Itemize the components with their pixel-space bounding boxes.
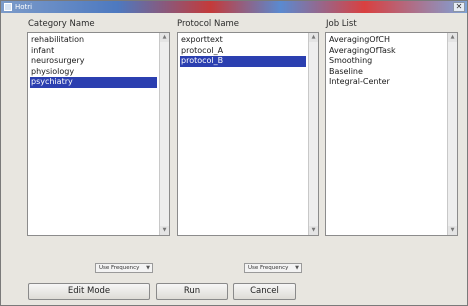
list-item[interactable]: protocol_A — [180, 46, 307, 57]
list-item-selected[interactable]: protocol_B — [180, 56, 306, 67]
chevron-down-icon: ▼ — [146, 265, 150, 271]
list-item[interactable]: Smoothing — [328, 56, 446, 67]
close-button[interactable]: ✕ — [453, 2, 465, 12]
protocol-sort-select[interactable]: Use Frequency ▼ — [244, 263, 302, 273]
list-item[interactable]: neurosurgery — [30, 56, 158, 67]
list-item[interactable]: exporttext — [180, 35, 307, 46]
protocol-list[interactable]: exporttext protocol_A protocol_B ▲ ▼ — [177, 32, 319, 236]
list-item[interactable]: physiology — [30, 67, 158, 78]
scroll-up-arrow-icon[interactable]: ▲ — [309, 33, 318, 42]
list-item[interactable]: AveragingOfCH — [328, 35, 446, 46]
scroll-up-arrow-icon[interactable]: ▲ — [160, 33, 169, 42]
list-item[interactable]: Baseline — [328, 67, 446, 78]
list-item[interactable]: AveragingOfTask — [328, 46, 446, 57]
list-item[interactable]: rehabilitation — [30, 35, 158, 46]
job-list-header: Job List — [326, 19, 357, 29]
main-window: Hotri ✕ Category Name Protocol Name Job … — [0, 0, 468, 306]
window-title: Hotri — [15, 3, 33, 11]
job-scrollbar[interactable]: ▲ ▼ — [447, 33, 457, 235]
category-sort-select[interactable]: Use Frequency ▼ — [95, 263, 153, 273]
chevron-down-icon: ▼ — [295, 265, 299, 271]
title-bar[interactable]: Hotri ✕ — [1, 1, 467, 13]
job-list[interactable]: AveragingOfCH AveragingOfTask Smoothing … — [325, 32, 458, 236]
list-item[interactable]: infant — [30, 46, 158, 57]
scroll-down-arrow-icon[interactable]: ▼ — [448, 226, 457, 235]
scroll-down-arrow-icon[interactable]: ▼ — [160, 226, 169, 235]
protocol-name-header: Protocol Name — [177, 19, 240, 29]
edit-mode-button[interactable]: Edit Mode — [28, 283, 150, 300]
cancel-button[interactable]: Cancel — [233, 283, 296, 300]
category-sort-value: Use Frequency — [99, 265, 140, 271]
app-icon — [4, 3, 12, 11]
run-button[interactable]: Run — [156, 283, 228, 300]
protocol-scrollbar[interactable]: ▲ ▼ — [308, 33, 318, 235]
scroll-down-arrow-icon[interactable]: ▼ — [309, 226, 318, 235]
list-item[interactable]: Integral-Center — [328, 77, 446, 88]
list-item-selected[interactable]: psychiatry — [30, 77, 157, 88]
category-scrollbar[interactable]: ▲ ▼ — [159, 33, 169, 235]
scroll-up-arrow-icon[interactable]: ▲ — [448, 33, 457, 42]
category-name-header: Category Name — [28, 19, 95, 29]
protocol-sort-value: Use Frequency — [248, 265, 289, 271]
category-list[interactable]: rehabilitation infant neurosurgery physi… — [27, 32, 170, 236]
